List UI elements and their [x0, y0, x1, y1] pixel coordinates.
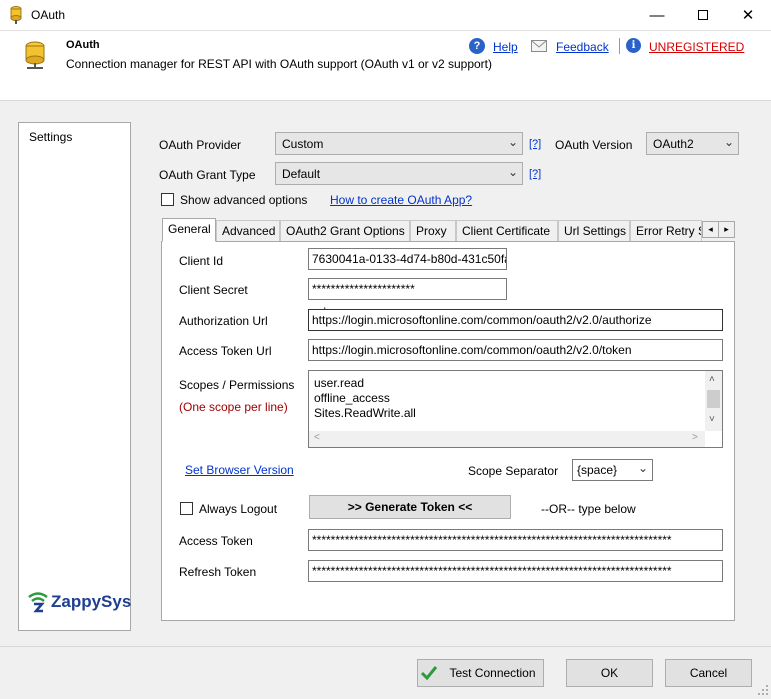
feedback-link[interactable]: Feedback [556, 40, 609, 54]
scopes-vertical-scrollbar[interactable]: ˄ ˅ [705, 371, 722, 431]
access-token-url-label: Access Token Url [179, 344, 272, 358]
access-token-label: Access Token [179, 534, 253, 548]
resize-grip-icon[interactable] [757, 684, 769, 696]
tab-scroll-left-icon[interactable]: ◂ [702, 221, 719, 238]
scope-separator-dropdown[interactable]: {space} ⌄ [572, 459, 653, 481]
chevron-down-icon: ⌄ [723, 135, 734, 149]
sidebar-item-settings[interactable]: Settings [29, 130, 72, 144]
scope-line: offline_access [314, 391, 390, 405]
scroll-down-icon[interactable]: ˅ [709, 414, 715, 425]
show-advanced-label: Show advanced options [180, 193, 308, 207]
scroll-up-icon[interactable]: ˄ [709, 374, 715, 385]
client-id-input[interactable]: 7630041a-0133-4d74-b80d-431c50fa8 [308, 248, 507, 270]
oauth-provider-label: OAuth Provider [159, 138, 242, 152]
test-connection-button[interactable]: Test Connection [417, 659, 544, 687]
scroll-right-icon[interactable]: > [692, 432, 698, 443]
chevron-down-icon: ⌄ [637, 461, 648, 475]
always-logout-label: Always Logout [199, 502, 278, 516]
scroll-left-icon[interactable]: < [314, 432, 320, 443]
client-secret-input[interactable]: ********************** [308, 278, 507, 300]
oauth-grant-type-label: OAuth Grant Type [159, 168, 256, 182]
show-advanced-checkbox[interactable] [161, 193, 174, 206]
help-link[interactable]: Help [493, 40, 518, 54]
always-logout-checkbox[interactable] [180, 502, 193, 515]
scopes-hint: (One scope per line) [179, 400, 288, 414]
oauth-provider-dropdown[interactable]: Custom ⌄ [275, 132, 523, 155]
info-icon[interactable]: i [626, 38, 641, 53]
app-icon [10, 6, 22, 24]
tab-scroll-right-icon[interactable]: ▸ [718, 221, 735, 238]
window-title: OAuth [31, 8, 66, 22]
oauth-version-label: OAuth Version [555, 138, 633, 152]
authorization-url-label: Authorization Url [179, 314, 268, 328]
oauth-provider-value: Custom [282, 137, 324, 151]
close-icon[interactable]: ✕ [725, 0, 771, 30]
scope-separator-value: {space} [577, 463, 618, 477]
oauth-provider-help-link[interactable]: [?] [529, 138, 541, 150]
tab-advanced[interactable]: Advanced [216, 220, 280, 241]
oauth-grant-type-value: Default [282, 167, 321, 181]
generate-token-button[interactable]: >> Generate Token << [309, 495, 511, 519]
scroll-thumb[interactable] [707, 390, 720, 408]
oauth-version-value: OAuth2 [653, 137, 694, 151]
test-connection-label: Test Connection [449, 666, 536, 680]
oauth-version-dropdown[interactable]: OAuth2 ⌄ [646, 132, 739, 155]
client-secret-label: Client Secret [179, 283, 248, 297]
checkmark-icon [420, 664, 438, 682]
header-description: Connection manager for REST API with OAu… [66, 57, 492, 71]
unregistered-link[interactable]: UNREGISTERED [649, 40, 744, 54]
chevron-down-icon: ⌄ [507, 165, 518, 179]
refresh-token-label: Refresh Token [179, 565, 257, 579]
zappysys-logo-text: ZappySys [51, 592, 132, 611]
database-icon [24, 41, 46, 71]
chevron-down-icon: ⌄ [507, 135, 518, 149]
tab-proxy[interactable]: Proxy [410, 220, 456, 241]
minimize-icon[interactable]: — [634, 0, 680, 30]
settings-nav-panel: Settings [18, 122, 131, 631]
or-type-below-label: --OR-- type below [541, 502, 636, 516]
tab-error-retry[interactable]: Error Retry S [630, 220, 702, 241]
footer-bar [0, 646, 771, 697]
scope-line: user.read [314, 376, 365, 390]
how-to-create-app-link[interactable]: How to create OAuth App? [330, 193, 472, 207]
separator [619, 38, 620, 54]
client-id-label: Client Id [179, 254, 224, 268]
zappysys-logo-icon [27, 591, 49, 613]
cancel-button[interactable]: Cancel [665, 659, 752, 687]
scope-line: Sites.ReadWrite.all [314, 406, 416, 420]
scopes-textarea[interactable]: user.read offline_access Sites.ReadWrite… [308, 370, 723, 448]
scope-separator-label: Scope Separator [468, 464, 559, 478]
scopes-horizontal-scrollbar[interactable]: < > [309, 431, 705, 447]
tab-oauth2-grant-options[interactable]: OAuth2 Grant Options [280, 220, 410, 241]
ok-button[interactable]: OK [566, 659, 653, 687]
access-token-url-input[interactable]: https://login.microsoftonline.com/common… [308, 339, 723, 361]
access-token-input[interactable]: ****************************************… [308, 529, 723, 551]
refresh-token-input[interactable]: ****************************************… [308, 560, 723, 582]
maximize-icon[interactable] [680, 0, 726, 30]
scopes-label: Scopes / Permissions [179, 378, 295, 392]
authorization-url-input[interactable]: https://login.microsoftonline.com/common… [308, 309, 723, 331]
oauth-grant-help-link[interactable]: [?] [529, 168, 541, 180]
help-icon[interactable]: ? [469, 38, 485, 54]
header-title: OAuth [66, 39, 100, 51]
oauth-grant-type-dropdown[interactable]: Default ⌄ [275, 162, 523, 185]
set-browser-version-link[interactable]: Set Browser Version [185, 463, 294, 477]
tab-url-settings[interactable]: Url Settings [558, 220, 630, 241]
feedback-icon[interactable] [531, 40, 547, 52]
tab-client-certificate[interactable]: Client Certificate [456, 220, 558, 241]
tab-general[interactable]: General [162, 218, 216, 242]
